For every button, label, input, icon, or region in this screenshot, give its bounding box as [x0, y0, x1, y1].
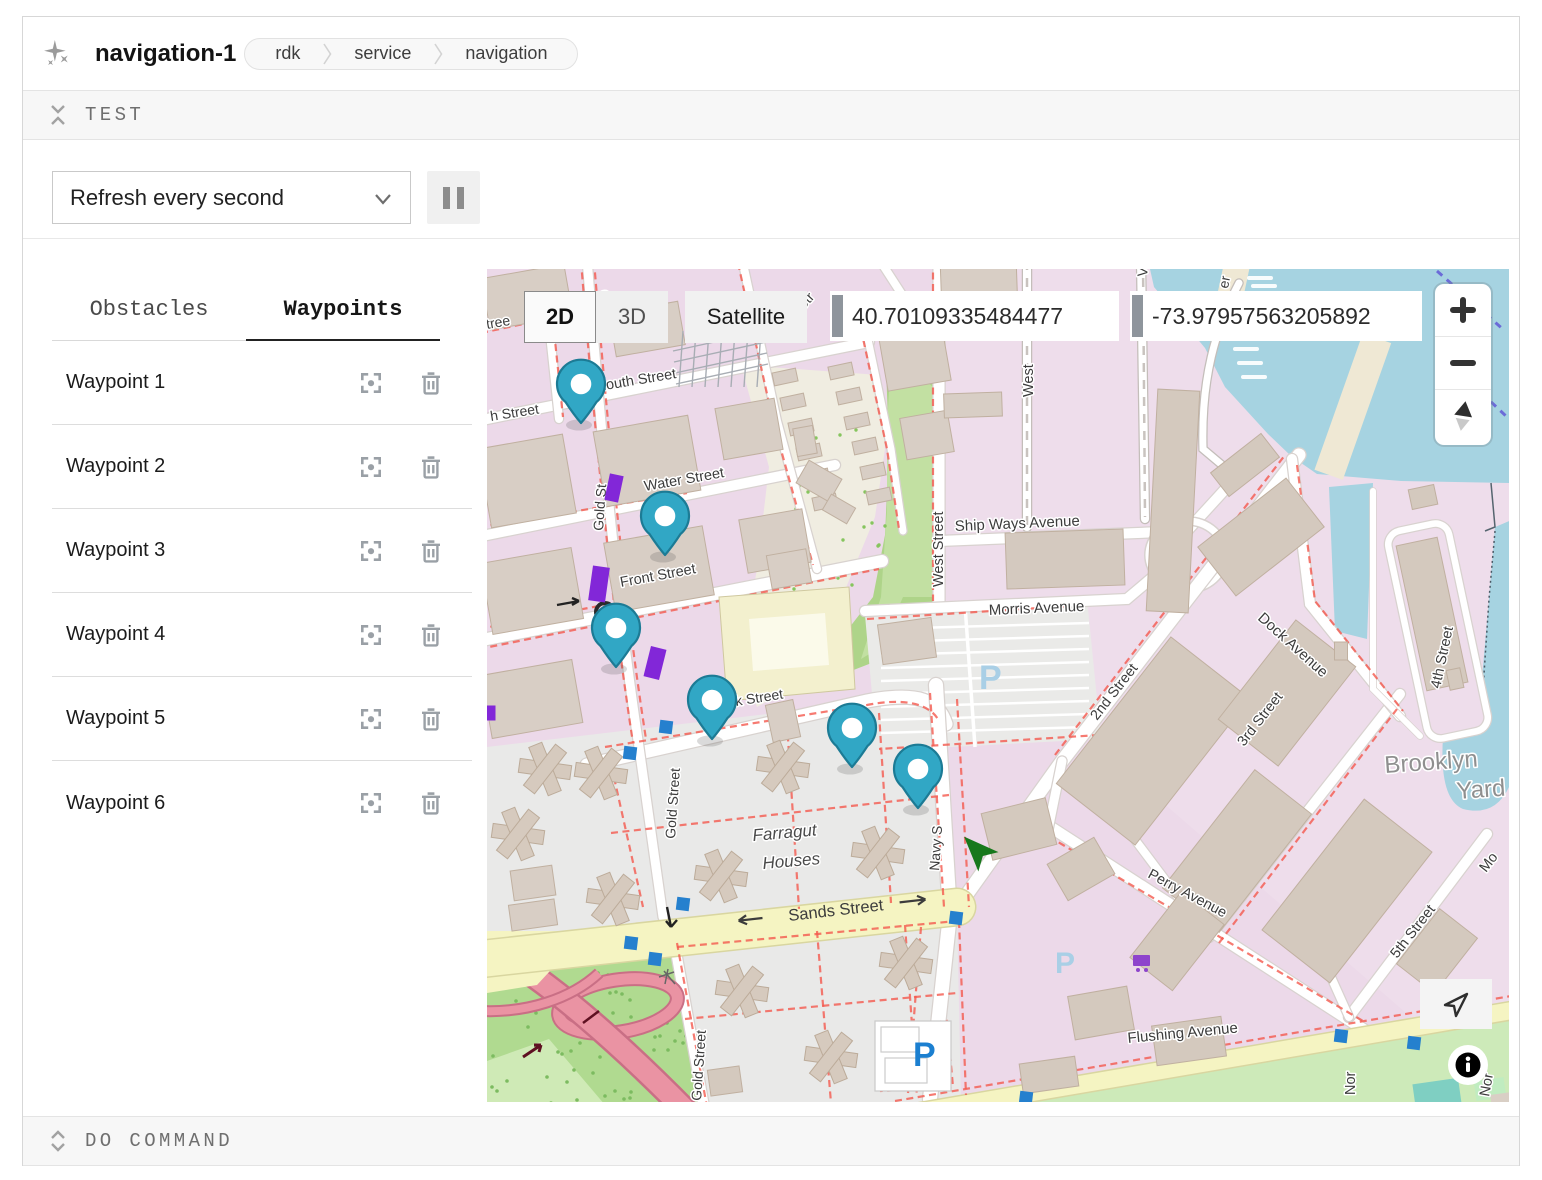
svg-text:Yard: Yard	[1456, 775, 1507, 805]
svg-text:West: West	[1021, 364, 1037, 397]
svg-text:Navy S: Navy S	[926, 825, 945, 871]
svg-text:P: P	[1055, 947, 1075, 980]
svg-text:Va: Va	[1134, 269, 1151, 277]
svg-text:Nor: Nor	[1343, 1071, 1359, 1095]
svg-text:P: P	[979, 659, 1002, 697]
svg-text:P: P	[913, 1036, 936, 1074]
svg-text:West Street: West Street	[931, 512, 947, 587]
